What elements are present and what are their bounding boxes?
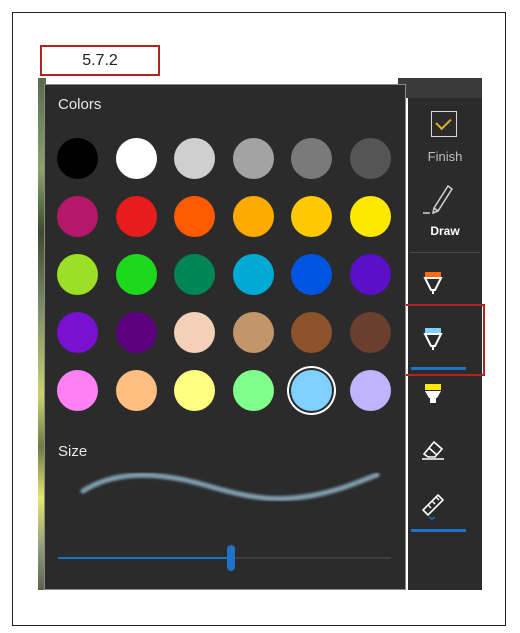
color-swatch[interactable] (174, 254, 215, 295)
colors-title: Colors (58, 96, 102, 113)
ballpoint-pen-icon (423, 272, 443, 294)
color-swatch[interactable] (115, 138, 157, 179)
color-swatch[interactable] (174, 196, 215, 237)
color-swatch[interactable] (174, 312, 215, 353)
color-swatch[interactable] (115, 370, 157, 411)
highlighter-icon (425, 384, 441, 403)
color-swatch[interactable] (115, 312, 157, 353)
color-swatch[interactable] (115, 254, 157, 295)
eraser-button[interactable] (418, 432, 470, 472)
color-swatch[interactable] (291, 196, 332, 237)
title-bar (398, 78, 482, 98)
highlighter-button[interactable] (418, 378, 470, 418)
color-swatch[interactable] (349, 370, 391, 411)
toolbar-divider (410, 252, 480, 253)
ruler-active-indicator (411, 529, 466, 532)
color-swatch[interactable] (349, 254, 391, 295)
size-slider-thumb[interactable] (227, 545, 236, 571)
color-swatch[interactable] (115, 196, 157, 237)
color-swatch[interactable] (291, 138, 332, 179)
ruler-icon (421, 493, 445, 520)
size-title: Size (58, 443, 88, 460)
color-swatch[interactable] (232, 370, 274, 411)
color-swatch[interactable] (291, 370, 332, 411)
color-swatch[interactable] (174, 138, 215, 179)
eraser-icon (422, 440, 444, 460)
color-swatch[interactable] (291, 312, 332, 353)
checkmark-icon (435, 113, 452, 131)
colors-popup: Colors Size (44, 84, 406, 590)
color-swatch[interactable] (174, 370, 215, 411)
draw-button[interactable] (420, 178, 460, 218)
color-swatch[interactable] (349, 196, 391, 237)
color-swatch[interactable] (291, 254, 332, 295)
color-swatch[interactable] (232, 196, 274, 237)
color-swatch[interactable] (232, 312, 274, 353)
finish-label: Finish (427, 149, 463, 164)
color-swatch[interactable] (57, 138, 98, 179)
color-swatch[interactable] (57, 312, 98, 353)
ballpoint-pen-button[interactable] (418, 266, 470, 306)
color-swatch[interactable] (349, 138, 391, 179)
color-swatch[interactable] (57, 196, 98, 237)
draw-pen-icon (423, 184, 454, 215)
color-swatch[interactable] (57, 254, 98, 295)
color-swatch[interactable] (232, 138, 274, 179)
stroke-preview (80, 472, 380, 502)
finish-button[interactable] (431, 111, 457, 137)
draw-label: Draw (430, 224, 460, 238)
ruler-button[interactable] (418, 488, 470, 528)
size-slider-fill (58, 557, 232, 559)
color-swatch[interactable] (57, 370, 98, 411)
step-label: 5.7.2 (40, 45, 160, 76)
color-swatch[interactable] (232, 254, 274, 295)
color-swatch[interactable] (349, 312, 391, 353)
